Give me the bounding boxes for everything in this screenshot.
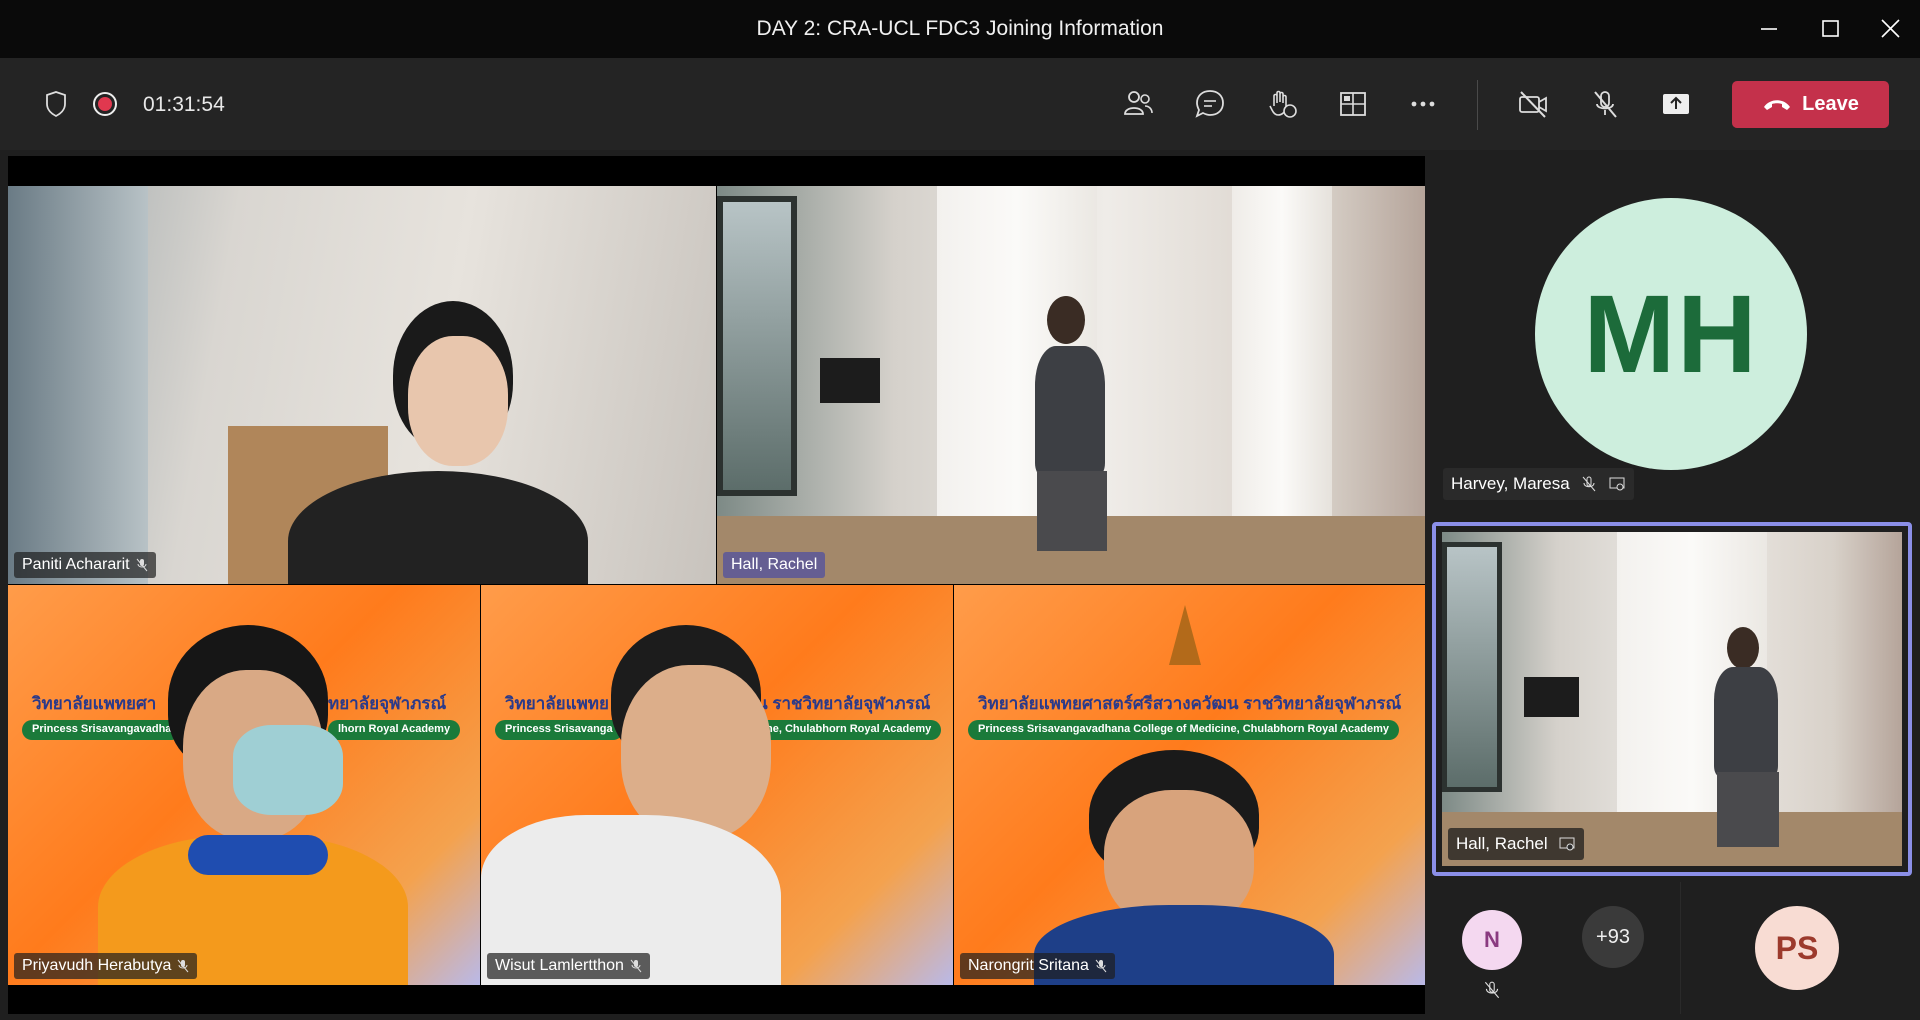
minimize-icon[interactable]	[1752, 12, 1786, 46]
mic-icon	[136, 558, 147, 572]
person-body	[1714, 667, 1778, 777]
people-icon[interactable]	[1118, 84, 1158, 124]
shirt-collar	[188, 835, 328, 875]
video-tile[interactable]: วิทยาลัยแพทยศาสตร์ศรีสวางควัฒน ราชวิทยาล…	[954, 585, 1425, 985]
banner-english-text: Princess Srisavangavadha	[22, 720, 182, 740]
close-icon[interactable]	[1873, 12, 1907, 46]
window-title: DAY 2: CRA-UCL FDC3 Joining Information	[756, 17, 1164, 40]
mic-off-icon	[1582, 476, 1596, 492]
participant-avatar[interactable]: N	[1462, 910, 1522, 970]
panel-divider	[1680, 882, 1681, 1014]
window-scene	[717, 196, 797, 496]
camera-off-icon[interactable]	[1513, 84, 1553, 124]
screen-share-icon	[1559, 837, 1575, 851]
maximize-icon[interactable]	[1813, 12, 1847, 46]
banner-thai-text: วิทยาลัยแพทย	[505, 694, 609, 713]
banner-thai-text: น ราชวิทยาลัยจุฬาภรณ์	[756, 694, 931, 713]
video-tile[interactable]: Hall, Rachel	[717, 186, 1425, 584]
screen-share-icon	[1609, 477, 1625, 491]
recording-icon	[85, 84, 125, 124]
banner-thai-text: ทยาลัยจุฬาภรณ์	[328, 694, 447, 713]
more-participants-button[interactable]: +93	[1582, 906, 1644, 968]
chat-icon[interactable]	[1190, 84, 1230, 124]
person-body	[1035, 346, 1105, 476]
person-face	[408, 336, 508, 466]
rooms-icon[interactable]	[1333, 84, 1373, 124]
person-legs	[1037, 471, 1107, 551]
participant-name: Hall, Rachel	[1456, 834, 1548, 853]
mic-off-icon	[1484, 981, 1500, 999]
participant-name: Narongrit Sritana	[968, 957, 1089, 974]
banner-thai-text: วิทยาลัยแพทยศา	[32, 694, 157, 713]
meeting-toolbar: 01:31:54 Leave	[0, 58, 1920, 150]
participant-avatar[interactable]: MH	[1535, 198, 1807, 470]
share-icon[interactable]	[1656, 84, 1696, 124]
leave-button[interactable]: Leave	[1732, 81, 1889, 128]
participant-name: Priyavudh Herabutya	[22, 957, 172, 974]
participant-name: Harvey, Maresa	[1451, 474, 1570, 493]
tv-scene	[1524, 677, 1579, 717]
video-stage: Paniti Achararit Hall, Rachel วิทยาลัยแพ…	[8, 156, 1425, 1014]
face-mask	[233, 725, 343, 815]
mic-off-icon[interactable]	[1585, 84, 1625, 124]
mic-icon	[630, 959, 642, 973]
participant-name: Paniti Achararit	[22, 556, 130, 573]
banner-english-text: lhorn Royal Academy	[328, 720, 461, 740]
participant-name-badge: Wisut Lamlertthon	[487, 953, 650, 979]
participant-name-badge: Hall, Rachel	[1448, 828, 1584, 860]
window-scene	[1442, 542, 1502, 792]
pinned-video-tile[interactable]: Hall, Rachel	[1432, 522, 1912, 876]
academy-logo	[1169, 605, 1201, 665]
banner-english-text: Princess Srisavangavadhana College of Me…	[968, 720, 1399, 740]
pinned-video-frame: Hall, Rachel	[1442, 532, 1902, 866]
person-hair	[1047, 296, 1085, 344]
mic-icon	[178, 959, 189, 973]
participant-name: Wisut Lamlertthon	[495, 957, 624, 974]
video-tile[interactable]: วิทยาลัยแพทยศา ทยาลัยจุฬาภรณ์ Princess S…	[8, 585, 480, 985]
title-bar: DAY 2: CRA-UCL FDC3 Joining Information	[0, 0, 1920, 58]
toolbar-divider	[1477, 80, 1478, 130]
person-legs	[1717, 772, 1779, 847]
meeting-timer: 01:31:54	[143, 93, 225, 116]
person-face	[621, 665, 771, 840]
participant-name-badge: Narongrit Sritana	[960, 953, 1115, 979]
tv-scene	[820, 358, 880, 403]
participant-name: Hall, Rachel	[731, 556, 818, 573]
person-hair	[1727, 627, 1759, 669]
shield-icon[interactable]	[36, 84, 76, 124]
leave-label: Leave	[1802, 93, 1859, 115]
participant-name-badge: Harvey, Maresa	[1443, 468, 1634, 500]
window-scene	[8, 186, 148, 584]
reactions-icon[interactable]	[1262, 84, 1302, 124]
participant-avatar[interactable]: PS	[1755, 906, 1839, 990]
more-icon[interactable]	[1403, 84, 1443, 124]
hangup-icon	[1764, 99, 1791, 110]
participant-name-badge: Hall, Rachel	[723, 552, 826, 578]
mic-icon	[1095, 959, 1107, 973]
video-tile[interactable]: Paniti Achararit	[8, 186, 716, 584]
participant-name-badge: Priyavudh Herabutya	[14, 953, 198, 979]
banner-thai-text: วิทยาลัยแพทยศาสตร์ศรีสวางควัฒน ราชวิทยาล…	[978, 694, 1402, 713]
banner-english-text: Princess Srisavanga	[495, 720, 623, 740]
video-tile[interactable]: วิทยาลัยแพทย น ราชวิทยาลัยจุฬาภรณ์ Princ…	[481, 585, 953, 985]
participant-name-badge: Paniti Achararit	[14, 552, 156, 578]
banner-english-text: ne, Chulabhorn Royal Academy	[756, 720, 942, 740]
